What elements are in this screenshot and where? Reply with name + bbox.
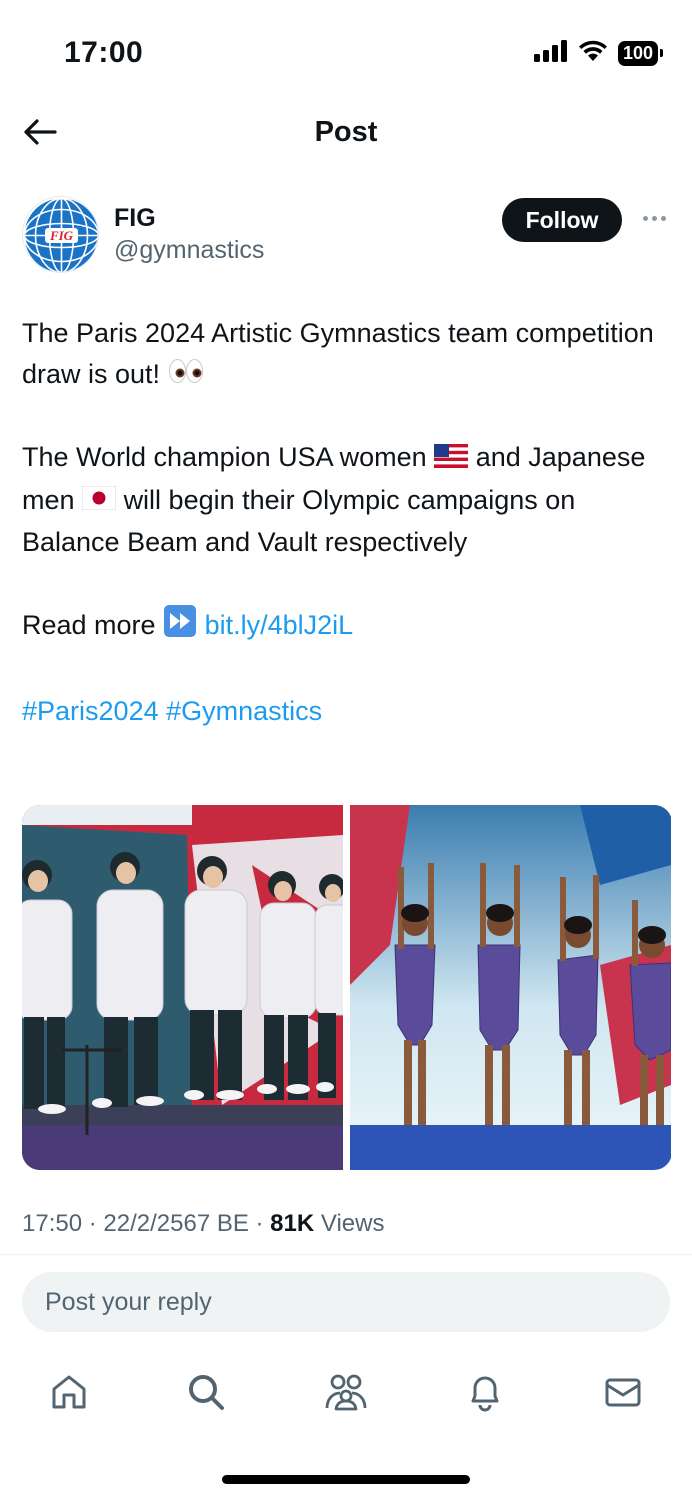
post-header: Post — [0, 100, 692, 170]
battery-icon: 100 — [617, 41, 664, 66]
post-paragraph-2: The World champion USA women and Japanes… — [22, 437, 662, 563]
post-time: 17:50 — [22, 1210, 83, 1237]
japanese-men-team-photo[interactable] — [22, 805, 343, 1170]
tab-home[interactable] — [45, 1368, 93, 1416]
notifications-icon — [471, 1376, 499, 1412]
us-flag-emoji — [434, 439, 469, 480]
signal-icon — [533, 40, 568, 67]
home-icon — [52, 1375, 86, 1409]
usa-women-team-photo[interactable] — [350, 805, 671, 1170]
japan-flag-emoji — [81, 481, 117, 522]
home-indicator[interactable] — [222, 1475, 470, 1484]
search-icon — [189, 1375, 224, 1410]
communities-icon — [325, 1374, 367, 1411]
divider — [0, 1254, 692, 1255]
post-paragraph-3: Read more bit.ly/4blJ2iL — [22, 604, 662, 650]
post-date: 22/2/2567 BE — [103, 1210, 249, 1237]
author-handle[interactable]: @gymnastics — [114, 236, 264, 265]
post-media — [22, 805, 672, 1170]
tab-search[interactable] — [182, 1368, 230, 1416]
follow-button[interactable]: Follow — [502, 198, 622, 242]
logo-text: FIG — [49, 228, 74, 243]
fig-logo-icon: FIG — [23, 197, 98, 272]
reply-placeholder: Post your reply — [45, 1287, 212, 1316]
more-horizontal-icon[interactable] — [638, 206, 670, 230]
tab-bar — [0, 1360, 692, 1424]
page-title: Post — [314, 116, 378, 148]
views-count: 81K — [270, 1210, 315, 1237]
eyes-emoji — [168, 355, 204, 396]
avatar[interactable]: FIG — [22, 196, 99, 273]
wifi-icon — [578, 40, 608, 67]
status-icons: 100 — [533, 40, 664, 67]
fast-forward-emoji — [163, 604, 197, 650]
post-paragraph-1: The Paris 2024 Artistic Gymnastics team … — [22, 313, 662, 396]
author-row: FIG FIG @gymnastics Follow — [22, 196, 672, 276]
post-text: The Paris 2024 Artistic Gymnastics team … — [22, 313, 662, 732]
post-meta: 17:50 · 22/2/2567 BE · 81K Views — [22, 1210, 385, 1237]
tab-notifications[interactable] — [461, 1368, 509, 1416]
views-label: Views — [320, 1210, 385, 1237]
status-bar: 17:00 100 — [0, 0, 692, 100]
post-hashtags: #Paris2024 #Gymnastics — [22, 691, 662, 732]
author-name[interactable]: FIG — [114, 204, 156, 233]
tab-communities[interactable] — [322, 1368, 370, 1416]
reply-input[interactable]: Post your reply — [22, 1272, 670, 1332]
post-link[interactable]: bit.ly/4blJ2iL — [205, 610, 354, 640]
hashtag-paris2024[interactable]: #Paris2024 — [22, 696, 159, 726]
tab-messages[interactable] — [599, 1368, 647, 1416]
status-time: 17:00 — [64, 36, 144, 69]
messages-icon — [605, 1378, 641, 1407]
hashtag-gymnastics[interactable]: #Gymnastics — [166, 696, 322, 726]
